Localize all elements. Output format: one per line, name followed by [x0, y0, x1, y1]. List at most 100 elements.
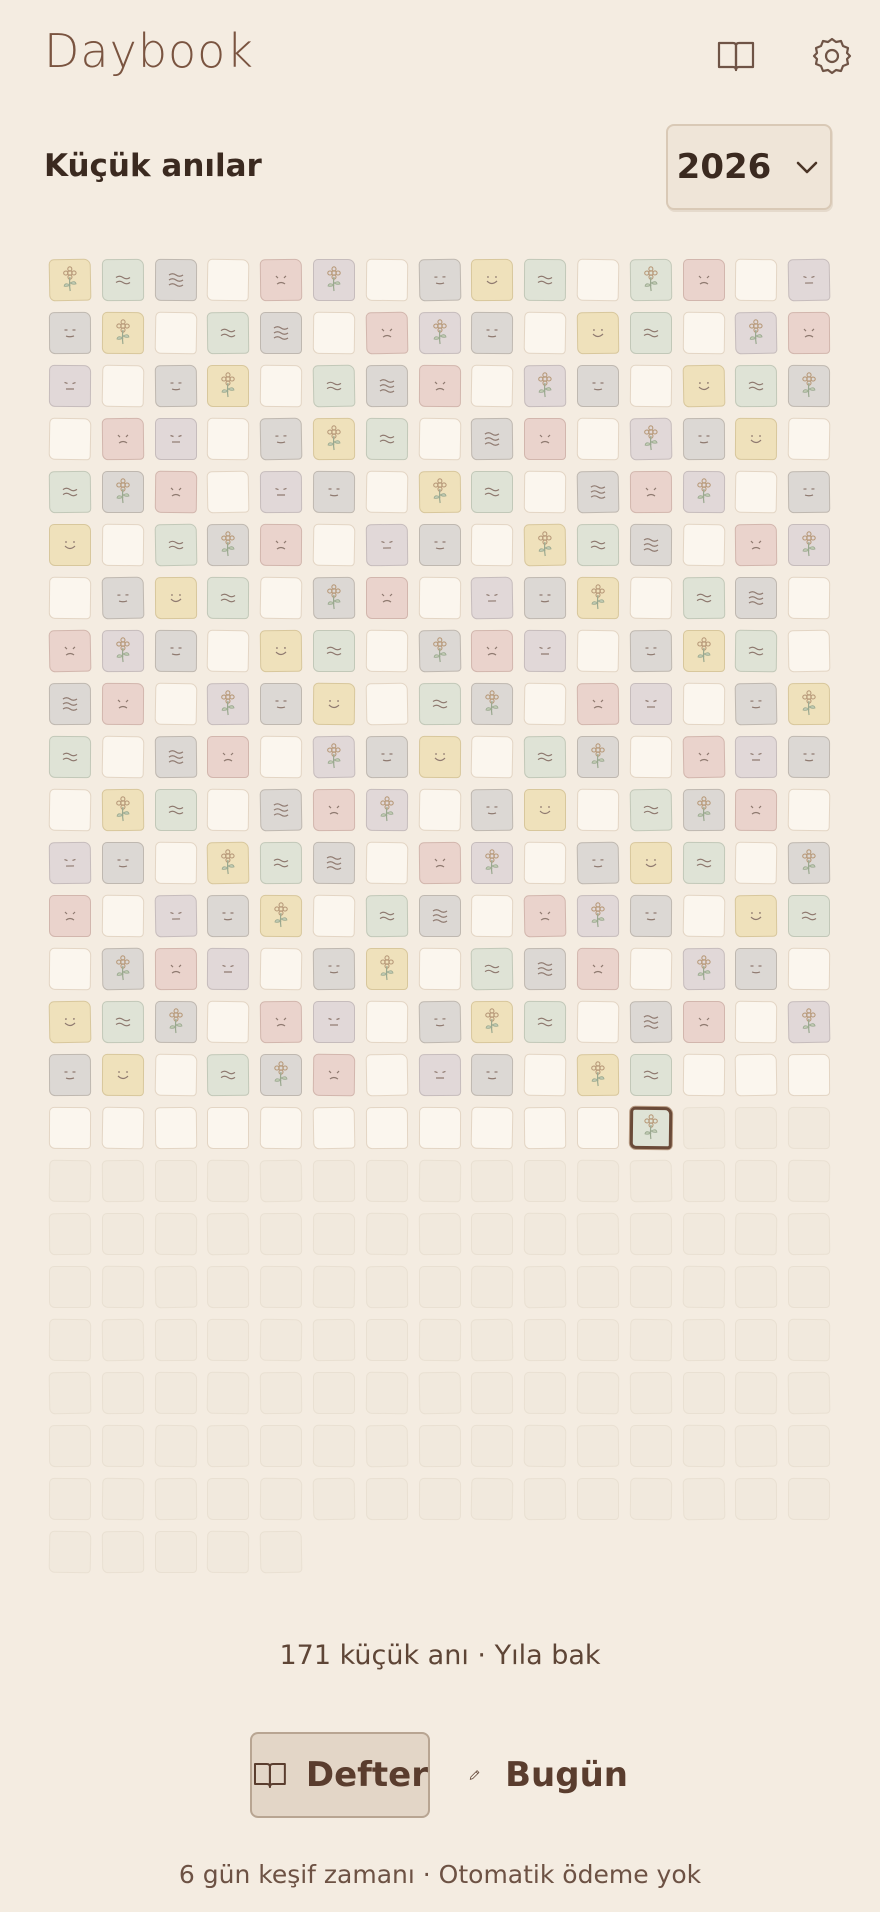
day-cell-flower[interactable] — [418, 629, 462, 673]
day-cell-empty[interactable] — [365, 1000, 409, 1044]
day-cell-happy[interactable] — [49, 524, 91, 566]
day-cell-calm[interactable] — [154, 523, 198, 567]
day-cell-neutral[interactable] — [629, 894, 673, 938]
day-cell-calm[interactable] — [365, 417, 409, 461]
day-cell-meh[interactable] — [313, 1001, 355, 1043]
day-cell-empty[interactable] — [206, 258, 250, 302]
day-cell-soso[interactable] — [259, 1000, 303, 1044]
day-cell-flower[interactable] — [48, 258, 92, 302]
day-cell-flower[interactable] — [418, 470, 462, 514]
day-cell-neutral[interactable] — [470, 311, 514, 355]
day-cell-flower[interactable] — [787, 364, 831, 408]
day-cell-soso[interactable] — [366, 577, 408, 619]
day-cell-empty[interactable] — [206, 629, 250, 673]
day-cell-empty[interactable] — [418, 788, 462, 832]
day-cell-neutral[interactable] — [523, 576, 567, 620]
day-cell-soso[interactable] — [259, 523, 303, 567]
day-cell-flower[interactable] — [312, 735, 356, 779]
day-cell-empty[interactable] — [629, 364, 673, 408]
day-cell-empty[interactable] — [259, 364, 303, 408]
day-cell-empty[interactable] — [418, 947, 462, 991]
day-cell-calm[interactable] — [48, 470, 92, 514]
day-cell-flower[interactable] — [523, 523, 567, 567]
day-cell-flower[interactable] — [206, 523, 250, 567]
day-cell-empty[interactable] — [206, 1000, 250, 1044]
day-cell-empty[interactable] — [312, 894, 356, 938]
day-cell-calm[interactable] — [734, 364, 778, 408]
day-cell-empty[interactable] — [787, 629, 831, 673]
day-cell-calm[interactable] — [523, 258, 567, 302]
day-cell-neutral[interactable] — [312, 947, 356, 991]
day-cell-soso[interactable] — [523, 894, 567, 938]
day-cell-empty[interactable] — [734, 1000, 778, 1044]
day-cell-neutral[interactable] — [470, 788, 514, 832]
day-cell-empty[interactable] — [576, 258, 620, 302]
day-cell-flower[interactable] — [682, 788, 726, 832]
day-cell-calm[interactable] — [312, 841, 356, 885]
day-cell-neutral[interactable] — [154, 364, 198, 408]
day-cell-flower[interactable] — [207, 365, 249, 407]
day-cell-empty[interactable] — [576, 788, 620, 832]
day-cell-calm[interactable] — [48, 682, 92, 726]
day-cell-neutral[interactable] — [734, 682, 778, 726]
day-cell-neutral[interactable] — [101, 576, 145, 620]
day-cell-neutral[interactable] — [259, 417, 303, 461]
day-cell-empty[interactable] — [365, 1106, 409, 1150]
day-cell-calm[interactable] — [101, 1000, 145, 1044]
day-cell-empty[interactable] — [259, 735, 303, 779]
day-cell-calm[interactable] — [470, 947, 514, 991]
day-cell-soso[interactable] — [365, 311, 409, 355]
day-cell-empty[interactable] — [470, 1106, 514, 1150]
day-cell-empty[interactable] — [154, 841, 198, 885]
day-cell-calm[interactable] — [630, 1054, 672, 1096]
day-cell-empty[interactable] — [259, 1106, 303, 1150]
day-cell-neutral[interactable] — [102, 842, 144, 884]
day-cell-meh[interactable] — [787, 258, 831, 302]
day-cell-calm[interactable] — [682, 576, 726, 620]
day-cell-neutral[interactable] — [48, 1053, 92, 1097]
day-cell-empty[interactable] — [154, 682, 198, 726]
day-cell-empty[interactable] — [523, 311, 567, 355]
day-cell-flower[interactable] — [629, 258, 673, 302]
day-cell-calm[interactable] — [735, 577, 777, 619]
day-cell-empty[interactable] — [629, 947, 673, 991]
day-cell-flower[interactable] — [788, 524, 830, 566]
day-cell-calm[interactable] — [206, 311, 250, 355]
day-cell-empty[interactable] — [312, 523, 356, 567]
day-cell-flower[interactable] — [101, 629, 145, 673]
day-cell-meh[interactable] — [259, 470, 303, 514]
day-cell-calm[interactable] — [629, 523, 673, 567]
day-cell-calm[interactable] — [312, 364, 356, 408]
day-cell-happy[interactable] — [524, 789, 566, 831]
day-cell-neutral[interactable] — [682, 417, 726, 461]
day-cell-flower[interactable] — [101, 947, 145, 991]
day-cell-happy[interactable] — [312, 682, 356, 726]
day-cell-flower[interactable] — [577, 736, 619, 778]
day-cell-flower[interactable] — [682, 947, 726, 991]
day-cell-neutral[interactable] — [735, 948, 777, 990]
day-cell-calm[interactable] — [471, 471, 513, 513]
day-cell-flower[interactable] — [470, 682, 514, 726]
day-cell-calm[interactable] — [101, 258, 145, 302]
day-cell-happy[interactable] — [734, 894, 778, 938]
day-cell-empty[interactable] — [154, 1053, 198, 1097]
day-cell-empty[interactable] — [206, 470, 250, 514]
day-cell-empty[interactable] — [365, 258, 409, 302]
day-cell-empty[interactable] — [259, 947, 303, 991]
day-cell-empty[interactable] — [418, 576, 462, 620]
day-cell-calm[interactable] — [576, 470, 620, 514]
day-cell-happy[interactable] — [576, 311, 620, 355]
day-cell-flower[interactable] — [576, 894, 620, 938]
day-cell-empty[interactable] — [48, 1106, 92, 1150]
day-cell-empty[interactable] — [682, 894, 726, 938]
day-cell-flower[interactable] — [734, 311, 778, 355]
day-cell-empty[interactable] — [154, 311, 198, 355]
day-cell-empty[interactable] — [101, 1106, 145, 1150]
day-cell-empty[interactable] — [470, 894, 514, 938]
day-cell-flower[interactable] — [206, 682, 250, 726]
day-cell-flower[interactable] — [102, 471, 144, 513]
day-cell-empty[interactable] — [365, 470, 409, 514]
day-cell-meh[interactable] — [470, 576, 514, 620]
day-cell-neutral[interactable] — [312, 470, 356, 514]
day-cell-flower[interactable] — [313, 259, 355, 301]
